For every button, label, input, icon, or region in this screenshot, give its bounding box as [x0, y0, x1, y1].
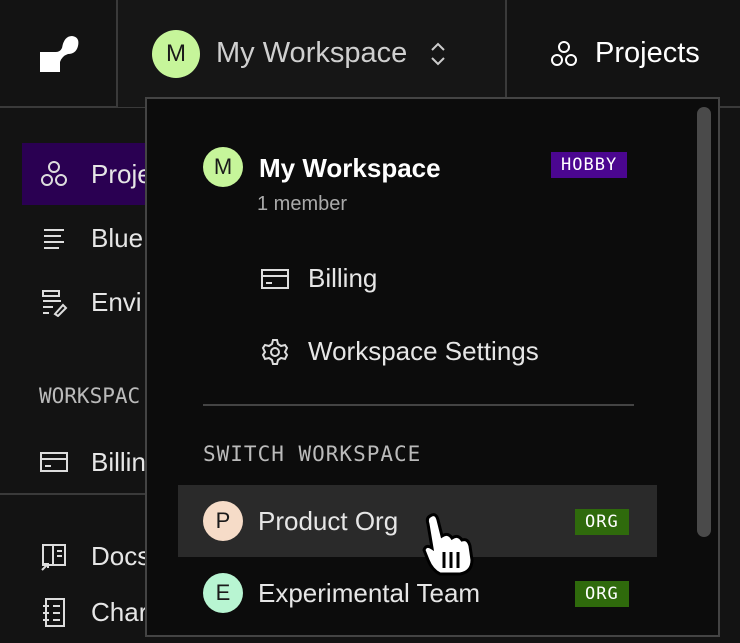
- top-bar: M My Workspace Projects: [0, 0, 740, 108]
- sidebar-item-label: Docs: [91, 540, 151, 571]
- workspace-option-product-org[interactable]: P Product Org ORG: [178, 485, 657, 557]
- member-count: 1 member: [257, 193, 348, 215]
- hexagons-icon: [551, 40, 577, 66]
- org-badge: ORG: [575, 509, 629, 535]
- sidebar-item-blueprints[interactable]: Blue: [22, 207, 162, 269]
- divider: [203, 404, 634, 406]
- hand-cursor-icon: [422, 513, 474, 576]
- plan-badge: HOBBY: [551, 152, 628, 178]
- hexagons-icon: [41, 161, 67, 186]
- current-workspace-name: My Workspace: [259, 153, 441, 183]
- changelog-icon: [43, 598, 65, 627]
- switch-workspace-label: SWITCH WORKSPACE: [203, 442, 422, 466]
- billing-label: Billing: [308, 263, 378, 293]
- sidebar-item-projects[interactable]: Proje: [22, 143, 162, 205]
- sidebar-item-docs[interactable]: Docs: [22, 525, 162, 587]
- avatar: E: [203, 573, 243, 613]
- docs-icon: [41, 544, 66, 571]
- card-icon: [261, 268, 289, 289]
- env-icon: [42, 290, 68, 317]
- workspace-name: My Workspace: [216, 37, 408, 69]
- logo[interactable]: [0, 0, 118, 107]
- workspace-settings-menu-item[interactable]: Workspace Settings: [260, 336, 539, 367]
- workspace-name: Product Org: [258, 506, 399, 536]
- chevron-up-down-icon: [431, 42, 445, 65]
- sidebar-item-label: Blue: [91, 222, 144, 253]
- logo-icon: [40, 35, 79, 72]
- sidebar-section-label: WORKSPAC: [39, 384, 141, 408]
- divider: [0, 493, 150, 495]
- lines-icon: [44, 229, 64, 249]
- workspace-option-experimental-team[interactable]: E Experimental Team ORG: [178, 557, 657, 629]
- card-icon: [40, 452, 68, 472]
- sidebar-item-changelog[interactable]: Char: [22, 581, 162, 643]
- avatar: M: [203, 147, 243, 187]
- avatar: P: [203, 501, 243, 541]
- settings-label: Workspace Settings: [308, 336, 539, 366]
- sidebar-item-label: Char: [91, 596, 148, 627]
- projects-label: Projects: [595, 37, 700, 69]
- sidebar-item-label: Billin: [91, 446, 146, 477]
- sidebar-item-label: Envi: [91, 286, 142, 317]
- workspace-switcher[interactable]: M My Workspace: [118, 0, 507, 107]
- scrollbar[interactable]: [697, 107, 711, 537]
- org-badge: ORG: [575, 581, 629, 607]
- sidebar-item-billing[interactable]: Billin: [22, 431, 162, 493]
- sidebar-item-label: Proje: [91, 158, 152, 189]
- workspace-name: Experimental Team: [258, 578, 481, 608]
- projects-nav[interactable]: Projects: [507, 0, 740, 107]
- gear-icon: [261, 338, 289, 365]
- avatar: M: [152, 29, 200, 78]
- sidebar-item-environments[interactable]: Envi: [22, 271, 162, 333]
- billing-menu-item[interactable]: Billing: [260, 263, 377, 294]
